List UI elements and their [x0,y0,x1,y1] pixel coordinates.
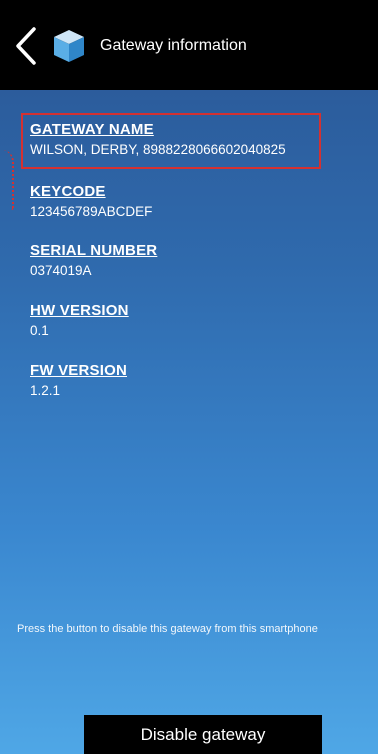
disable-gateway-button[interactable]: Disable gateway [84,715,322,754]
field-label: FW VERSION [30,362,128,379]
field-value: 1.2.1 [30,383,61,398]
back-button[interactable] [12,26,40,66]
cube-icon [52,28,86,64]
field-fw-version: FW VERSION 1.2.1 [30,362,127,399]
field-gateway-name: GATEWAY NAME WILSON, DERBY, 898822806660… [30,121,286,158]
field-value: WILSON, DERBY, 8988228066602040825 [30,142,286,157]
page-title: Gateway information [100,37,247,54]
header-bar: Gateway information [0,0,378,90]
field-value: 123456789ABCDEF [30,204,153,219]
field-serial-number: SERIAL NUMBER 0374019A [30,242,157,279]
highlight-connector [0,150,14,210]
field-keycode: KEYCODE 123456789ABCDEF [30,183,152,220]
chevron-left-icon [16,27,36,65]
gateway-info-screen: Gateway information GATEWAY NAME WILSON,… [0,0,378,754]
field-value: 0.1 [30,323,49,338]
field-label: KEYCODE [30,183,106,200]
field-label: HW VERSION [30,302,129,319]
field-value: 0374019A [30,263,92,278]
field-label: SERIAL NUMBER [30,242,158,259]
field-hw-version: HW VERSION 0.1 [30,302,129,339]
field-label: GATEWAY NAME [30,121,154,138]
disable-note: Press the button to disable this gateway… [17,623,318,635]
